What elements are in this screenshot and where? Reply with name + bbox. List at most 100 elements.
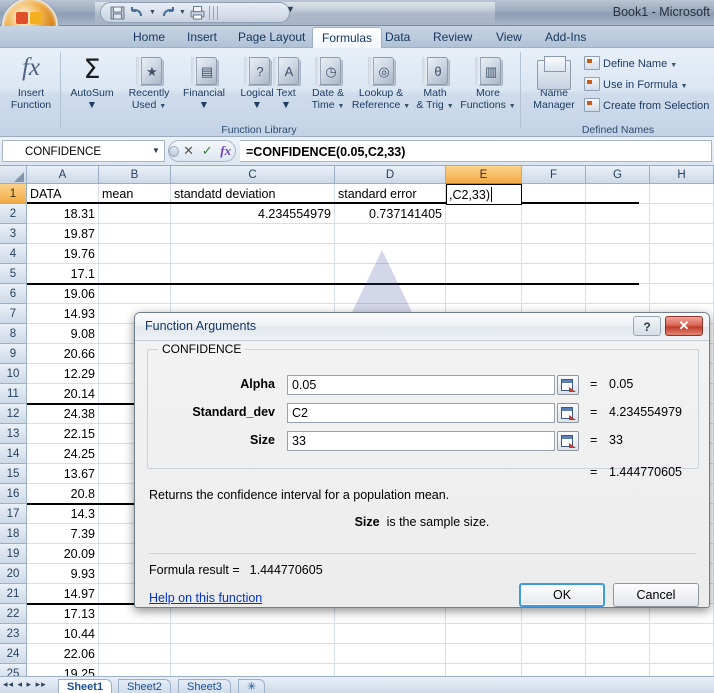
autosum-dropdown-caret[interactable]: ▼	[63, 99, 121, 112]
cell-G23[interactable]	[586, 624, 650, 644]
cell-A7[interactable]: 14.93	[27, 304, 99, 324]
cell-F6[interactable]	[522, 284, 586, 304]
row-header-2[interactable]: 2	[0, 204, 27, 224]
alpha-range-picker-icon[interactable]	[557, 375, 579, 395]
cell-H24[interactable]	[650, 644, 714, 664]
cell-E2[interactable]	[446, 204, 522, 224]
cell-H4[interactable]	[650, 244, 714, 264]
cell-F3[interactable]	[522, 224, 586, 244]
cell-B1[interactable]: mean	[99, 184, 171, 204]
size-range-picker-icon[interactable]	[557, 431, 579, 451]
text-dropdown-caret[interactable]: ▼	[266, 99, 306, 112]
use-in-formula-button[interactable]: Use in Formula ▼	[584, 75, 688, 95]
cell-B23[interactable]	[99, 624, 171, 644]
row-header-8[interactable]: 8	[0, 324, 27, 344]
tab-review[interactable]: Review	[424, 27, 481, 48]
cell-C3[interactable]	[171, 224, 335, 244]
tab-data[interactable]: Data	[376, 27, 419, 48]
cell-B5[interactable]	[99, 264, 171, 284]
row-header-1[interactable]: 1	[0, 184, 27, 204]
insert-sheet-tab-icon[interactable]: ✳	[238, 679, 266, 693]
cell-D2[interactable]: 0.737141405	[335, 204, 446, 224]
cell-C25[interactable]	[171, 664, 335, 676]
lookup-reference-button[interactable]: ◎ Lookup & Reference ▼	[350, 52, 412, 118]
cell-H6[interactable]	[650, 284, 714, 304]
cell-D5[interactable]	[335, 264, 446, 284]
row-header-12[interactable]: 12	[0, 404, 27, 424]
cell-G6[interactable]	[586, 284, 650, 304]
sheet-tab-sheet2[interactable]: Sheet2	[118, 679, 171, 693]
cell-A19[interactable]: 20.09	[27, 544, 99, 564]
redo-dropdown-caret[interactable]: ▼	[179, 4, 186, 21]
row-header-25[interactable]: 25	[0, 664, 27, 676]
cell-A20[interactable]: 9.93	[27, 564, 99, 584]
text-button[interactable]: A Text ▼	[266, 52, 306, 118]
cell-A6[interactable]: 19.06	[27, 284, 99, 304]
cell-C4[interactable]	[171, 244, 335, 264]
cell-D4[interactable]	[335, 244, 446, 264]
cancel-formula-icon[interactable]: ✕	[179, 143, 198, 159]
active-cell-editor[interactable]: ,C2,33)	[446, 184, 522, 205]
cell-F4[interactable]	[522, 244, 586, 264]
cell-D6[interactable]	[335, 284, 446, 304]
cell-A24[interactable]: 22.06	[27, 644, 99, 664]
cell-C23[interactable]	[171, 624, 335, 644]
standard-dev-range-picker-icon[interactable]	[557, 403, 579, 423]
define-name-button[interactable]: Define Name ▼	[584, 54, 677, 74]
row-header-18[interactable]: 18	[0, 524, 27, 544]
tab-page-layout[interactable]: Page Layout	[229, 27, 314, 48]
row-header-9[interactable]: 9	[0, 344, 27, 364]
date-time-button[interactable]: ◷ Date & Time ▼	[304, 52, 352, 118]
row-header-4[interactable]: 4	[0, 244, 27, 264]
cell-F24[interactable]	[522, 644, 586, 664]
cell-A4[interactable]: 19.76	[27, 244, 99, 264]
cell-H23[interactable]	[650, 624, 714, 644]
row-header-20[interactable]: 20	[0, 564, 27, 584]
tab-insert[interactable]: Insert	[178, 27, 226, 48]
cell-C6[interactable]	[171, 284, 335, 304]
cell-D23[interactable]	[335, 624, 446, 644]
cell-A11[interactable]: 20.14	[27, 384, 99, 404]
recently-used-button[interactable]: ★ Recently Used ▼	[120, 52, 178, 118]
cell-F5[interactable]	[522, 264, 586, 284]
financial-dropdown-caret[interactable]: ▼	[175, 99, 233, 112]
cell-B3[interactable]	[99, 224, 171, 244]
cancel-button[interactable]: Cancel	[613, 583, 699, 607]
cell-E4[interactable]	[446, 244, 522, 264]
cell-A10[interactable]: 12.29	[27, 364, 99, 384]
cell-A18[interactable]: 7.39	[27, 524, 99, 544]
insert-function-button[interactable]: fx Insert Function	[2, 52, 60, 118]
column-header-b[interactable]: B	[99, 166, 171, 184]
cell-G3[interactable]	[586, 224, 650, 244]
column-header-e[interactable]: E	[446, 166, 522, 184]
cell-C1[interactable]: standatd deviation	[171, 184, 335, 204]
dialog-close-button[interactable]: ✕	[665, 316, 703, 336]
cell-E6[interactable]	[446, 284, 522, 304]
cell-D1[interactable]: standard error	[335, 184, 446, 204]
cell-F1[interactable]	[522, 184, 586, 204]
cell-F2[interactable]	[522, 204, 586, 224]
math-trig-button[interactable]: θ Math & Trig ▼	[410, 52, 460, 118]
cell-G25[interactable]	[586, 664, 650, 676]
tab-formulas[interactable]: Formulas	[312, 27, 383, 48]
cell-A2[interactable]: 18.31	[27, 204, 99, 224]
name-manager-button[interactable]: Name Manager	[526, 52, 582, 118]
cell-A15[interactable]: 13.67	[27, 464, 99, 484]
redo-icon[interactable]	[159, 4, 176, 21]
save-icon[interactable]	[109, 4, 126, 21]
sheet-tab-sheet3[interactable]: Sheet3	[178, 679, 231, 693]
cell-E25[interactable]	[446, 664, 522, 676]
name-box-dropdown-icon[interactable]: ▼	[148, 140, 164, 162]
financial-button[interactable]: ▤ Financial ▼	[175, 52, 233, 118]
cell-A22[interactable]: 17.13	[27, 604, 99, 624]
cell-G4[interactable]	[586, 244, 650, 264]
select-all-corner[interactable]	[0, 166, 27, 184]
cell-G5[interactable]	[586, 264, 650, 284]
column-header-g[interactable]: G	[586, 166, 650, 184]
cell-H5[interactable]	[650, 264, 714, 284]
row-header-3[interactable]: 3	[0, 224, 27, 244]
cell-C5[interactable]	[171, 264, 335, 284]
cell-A25[interactable]: 19.25	[27, 664, 99, 676]
cell-A12[interactable]: 24.38	[27, 404, 99, 424]
cell-H25[interactable]	[650, 664, 714, 676]
